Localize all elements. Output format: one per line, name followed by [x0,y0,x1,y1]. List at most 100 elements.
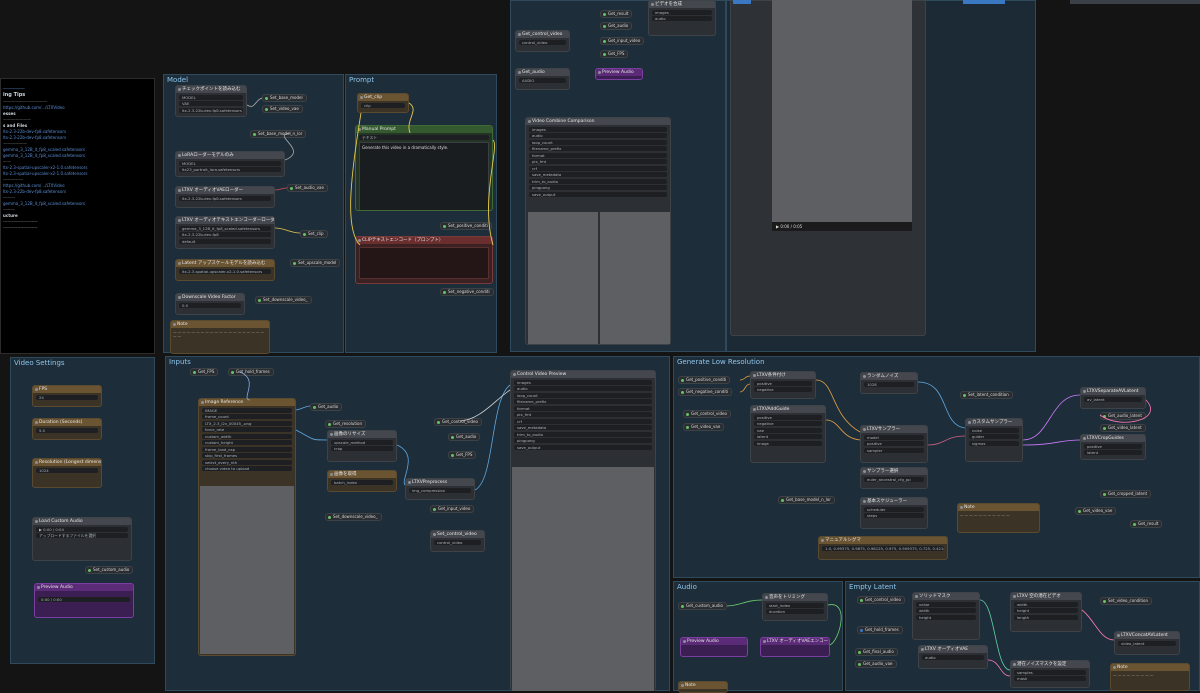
set-node[interactable]: Set_base_model_n_lor [250,130,307,138]
duration-node[interactable]: Duration (Seconds) 5.0 [32,418,102,440]
doc-link[interactable]: ltx-2.3-22b-dev-fp8.safetensors [3,189,152,194]
get-node[interactable]: Get_control_video [857,596,905,604]
manual-prompt-node[interactable]: Manual Prompt テキスト Generate this video i… [355,125,493,211]
doc-link[interactable]: https://github.com/.../LTXVideo [3,183,152,188]
video-combine-node[interactable]: ビデオを合成 images audio [648,0,716,36]
set-node[interactable]: Get_cropped_latent [1100,490,1152,498]
doc-link[interactable]: ltx-2.3-22b-dev-fp8.safetensors [3,129,152,134]
set-node[interactable]: Set_video_condition [1100,597,1152,605]
downscale-value[interactable]: 0.5 [179,302,241,308]
audio-trim-node[interactable]: 音声をトリミング start_index duration [762,593,828,621]
audio-node[interactable]: Get_audio AUDIO [515,68,570,90]
set-node[interactable]: Set_audio_vae [287,184,328,192]
generate-note-node[interactable]: Note — — — — — — — — — — — [957,503,1040,533]
manual-sigmas-node[interactable]: マニュアルシグマ 1.0, 0.99375, 0.9875, 0.98125, … [818,536,948,560]
ltxv-conditioning-node[interactable]: LTXV条件付け positive negative [750,371,816,399]
clip-encode-negative-node[interactable]: CLIPテキストエンコード（プロンプト） [355,236,493,284]
get-node[interactable]: Get_FPS [448,451,477,459]
crop-guides-node[interactable]: LTXVCropGuides positive latent [1080,434,1146,460]
video-file-widget[interactable]: LTX_2.3_i2v_00045_.png [202,420,292,426]
model-note-node[interactable]: Note — — — — — — — — — — — — — — — — — —… [170,320,270,354]
audio-encode-node[interactable]: LTXV オーディオVAEエンコード [760,637,830,657]
ckpt-name-widget[interactable]: ltx-2.3-22b-dev-fp8.safetensors [179,107,243,113]
text-encoder-loader-node[interactable]: LTXV オーディオテキストエンコーダーローダー gemma_3_12B_it_… [175,216,275,249]
upscale-model-widget[interactable]: ltx-2.3-spatial-upscaler-x2-1.0.safetens… [179,268,271,274]
get-node[interactable]: Get_audio [600,22,633,30]
fps-node[interactable]: FPS 24 [32,385,102,407]
audio-vae-encode-node[interactable]: LTXV オーディオVAE audio [918,645,988,669]
preview-audio-node[interactable]: Preview Audio 0:00 / 0:00 [34,583,134,618]
audio-vae-loader-node[interactable]: LTXV オーディオVAEローダー ltx-2.3-22b-dev-fp8.sa… [175,186,275,208]
get-node[interactable]: Get_custom_audio [678,602,727,610]
top-toolbar-fragment[interactable] [733,0,751,4]
separate-av-latent-node[interactable]: LTXVSeparateAVLatent av_latent [1080,387,1146,409]
set-node[interactable]: Set_downscale_video_ [325,513,382,521]
image-batch-node[interactable]: 画像を取得 batch_index [327,470,397,492]
get-clip-node[interactable]: Get_clip clip [357,93,409,113]
doc-link[interactable]: ltx-2.3-22b-dev-fp8.safetensors [3,135,152,140]
set-node[interactable]: Get_input_video [430,505,475,513]
top-toolbar-fragment[interactable] [1070,0,1200,4]
noise-seed[interactable]: 1028 [864,381,914,387]
upload-audio-button[interactable]: アップロードするファイルを選択 [36,533,128,538]
doc-link[interactable]: gemma_3_12B_it_fp8_scaled.safetensors [3,147,152,152]
get-node[interactable]: Get_base_model_n_lor [778,496,835,504]
set-node[interactable]: Set_clip [300,230,328,238]
audio-player[interactable]: ▶ 0:00 / 0:04 [36,526,128,532]
resolution-node[interactable]: Resolution (Longest dimension) 1024 [32,458,102,488]
lora-name-widget[interactable]: ltx23_portrait_lora.safetensors [179,167,281,172]
set-node[interactable]: Set_downscale_video_ [255,296,312,304]
sampler-select-node[interactable]: サンプラー選択 euler_ancestral_cfg_pp [860,467,928,489]
ltxv-sampler-node[interactable]: LTXVサンプラー model positive sampler [860,425,928,463]
control-video-node[interactable]: Get_control_video control_video [515,30,570,52]
set-node[interactable]: Set_upscale_model [290,259,341,267]
output-video[interactable]: ▶ 0:00 / 0:05 [772,0,912,231]
set-node[interactable]: Set_latent_condition [960,391,1013,399]
get-node[interactable]: Get_final_audio [855,648,898,656]
get-node[interactable]: Get_video_vae [1075,507,1117,515]
empty-latent-note-node[interactable]: Note — — — — — — — — — [1110,663,1190,691]
sigmas-value[interactable]: 1.0, 0.99375, 0.9875, 0.98125, 0.975, 0.… [822,545,944,551]
doc-link[interactable]: ltx-2.3-spatial-upscaler-x2-1.0.safetens… [3,165,152,170]
get-node[interactable]: Get_control_video [434,418,482,426]
doc-link[interactable]: ltx-2.3-spatial-upscaler-x2-1.0.safetens… [3,171,152,176]
get-node[interactable]: Get_negative_conditi [678,388,733,396]
ltxv-preprocess-node[interactable]: LTXVPreprocess img_compression [405,478,475,500]
solid-mask-node[interactable]: ソリッドマスク value width height [912,592,980,640]
concat-av-latent-node[interactable]: LTXVConcatAVLatent video_latent [1114,631,1180,655]
guider-node[interactable]: 基本スケジューラー scheduler steps [860,497,928,529]
upload-video-button[interactable]: choose video to upload [202,466,292,471]
get-node[interactable]: Get_hold_frames [857,626,903,634]
latent-upscale-loader-node[interactable]: Latent アップスケールモデルを読み込む ltx-2.3-spatial-u… [175,259,275,281]
get-node[interactable]: Get_result [600,10,633,18]
get-node[interactable]: Get_input_video [600,37,645,45]
top-toolbar-fragment[interactable] [963,0,1005,4]
get-node[interactable]: Get_hold_frames [228,368,274,376]
text-encoder-widget[interactable]: gemma_3_12B_it_fp8_scaled.safetensors [179,225,271,231]
prompt-textarea[interactable]: Generate this video in a dramatically st… [359,141,489,210]
fps-value[interactable]: 24 [36,394,98,400]
get-node[interactable]: Get_FPS [190,368,219,376]
resize-image-node[interactable]: 画像のリサイズ upscale_method crop [327,430,397,462]
set-node[interactable]: Set_base_model [262,94,307,102]
empty-latent-video-node[interactable]: LTXV 空の潜在ビデオ width height length [1010,592,1082,632]
audio-vae-widget[interactable]: ltx-2.3-22b-dev-fp8.safetensors [179,195,271,201]
preview-audio-node[interactable]: Preview Audio [680,637,748,657]
set-node[interactable]: Set_negative_conditi [440,288,494,296]
doc-link[interactable]: https://github.com/.../LTXVideo [3,105,152,110]
audio-player[interactable]: 0:00 / 0:00 [38,597,130,602]
video-player-controls[interactable]: ▶ 0:00 / 0:05 [772,222,912,231]
get-node[interactable]: Get_audio_vae [855,660,897,668]
audio-note-node[interactable]: Note [678,681,728,693]
set-node[interactable]: Set_positive_conditi [440,222,492,230]
get-node[interactable]: Get_result [1130,520,1163,528]
preview-audio-node[interactable]: Preview Audio [595,68,643,80]
load-audio-node[interactable]: Load Custom Audio ▶ 0:00 / 0:04 アップロードする… [32,517,132,561]
doc-link[interactable]: gemma_3_12B_it_fp8_scaled.safetensors [3,201,152,206]
set-node[interactable]: Set_custom_audio [85,566,134,574]
group-prompt[interactable]: Prompt [345,74,497,353]
get-node[interactable]: Get_FPS [600,50,629,58]
ltxv-add-guide-node[interactable]: LTXVAddGuide positive negative vae latent … [750,405,826,463]
resolution-value[interactable]: 1024 [36,467,98,473]
control-video-set-node[interactable]: Set_control_video control_video [430,530,485,552]
